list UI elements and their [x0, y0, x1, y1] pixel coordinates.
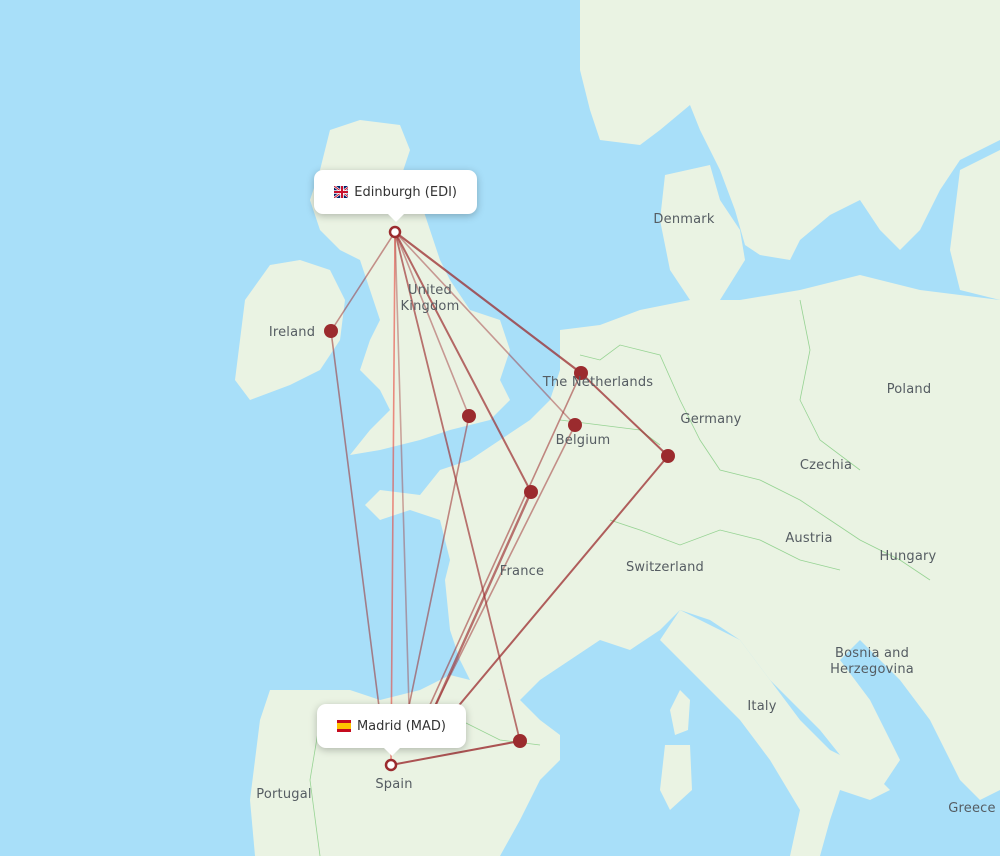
origin-popup[interactable]: Edinburgh (EDI) [314, 170, 477, 222]
stopover-dublin[interactable] [324, 324, 338, 338]
destination-marker[interactable] [384, 758, 398, 772]
origin-marker[interactable] [388, 225, 402, 239]
origin-label: Edinburgh (EDI) [354, 184, 457, 200]
route-map[interactable] [0, 0, 1000, 856]
country-label-germany: Germany [680, 412, 742, 427]
country-label-greece: Greece [948, 801, 996, 816]
country-label-united-kingdom: United Kingdom [400, 283, 460, 314]
country-label-austria: Austria [785, 531, 833, 546]
destination-label: Madrid (MAD) [356, 718, 446, 734]
country-label-poland: Poland [886, 382, 932, 397]
stopover-brussels[interactable] [568, 418, 582, 432]
stopover-london[interactable] [462, 409, 476, 423]
stopover-frankfurt[interactable] [661, 449, 675, 463]
country-label-belgium: Belgium [555, 433, 611, 448]
country-label-ireland: Ireland [268, 325, 316, 340]
country-label-portugal: Portugal [256, 787, 312, 802]
country-label-france: France [499, 564, 545, 579]
stopover-barcelona[interactable] [513, 734, 527, 748]
country-label-switzerland: Switzerland [625, 560, 705, 575]
uk-flag-icon [334, 186, 349, 198]
country-label-italy: Italy [747, 699, 777, 714]
country-label-bosnia: Bosnia and Herzegovina [830, 646, 914, 677]
country-label-hungary: Hungary [879, 549, 937, 564]
destination-popup[interactable]: Madrid (MAD) [317, 704, 466, 756]
country-label-czechia: Czechia [799, 458, 853, 473]
country-label-netherlands: The Netherlands [542, 375, 654, 390]
country-label-spain: Spain [375, 777, 413, 792]
country-label-denmark: Denmark [653, 212, 715, 227]
spain-flag-icon [337, 720, 351, 732]
stopover-paris[interactable] [524, 485, 538, 499]
